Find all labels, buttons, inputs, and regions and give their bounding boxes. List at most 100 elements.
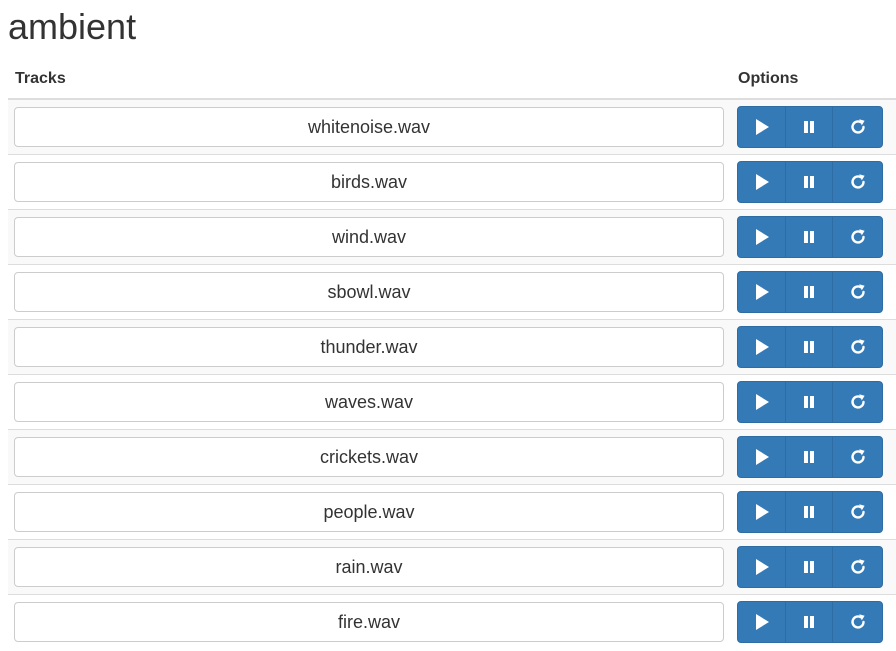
play-button[interactable] [737,601,786,643]
refresh-button[interactable] [832,161,883,203]
pause-button[interactable] [785,326,833,368]
refresh-button[interactable] [832,601,883,643]
track-cell: rain.wav [8,539,731,595]
pause-button[interactable] [785,546,833,588]
track-cell: sbowl.wav [8,264,731,320]
track-cell: thunder.wav [8,319,731,375]
track-name[interactable]: fire.wav [14,602,724,642]
track-name[interactable]: crickets.wav [14,437,724,477]
play-icon [755,339,769,355]
refresh-button[interactable] [832,546,883,588]
play-icon [755,394,769,410]
pause-button[interactable] [785,601,833,643]
page-title: ambient [8,6,137,47]
track-list: whitenoise.wav birds.wav wind.wav sbowl.… [8,98,896,649]
pause-button[interactable] [785,491,833,533]
options-column-header: Options [731,60,896,100]
pause-icon [804,121,814,133]
track-row: whitenoise.wav [8,98,896,155]
track-row: wind.wav [8,209,896,265]
pause-button[interactable] [785,106,833,148]
track-name[interactable]: people.wav [14,492,724,532]
pause-icon [804,616,814,628]
refresh-icon [849,173,867,191]
tracks-table: Tracks Options whitenoise.wav birds.wav … [8,60,896,649]
refresh-icon [849,118,867,136]
pause-icon [804,231,814,243]
tracks-column-header: Tracks [8,60,731,100]
refresh-icon [849,338,867,356]
refresh-icon [849,613,867,631]
track-cell: waves.wav [8,374,731,430]
play-icon [755,119,769,135]
options-cell [731,374,896,430]
track-name[interactable]: rain.wav [14,547,724,587]
play-icon [755,614,769,630]
track-cell: whitenoise.wav [8,98,731,155]
play-icon [755,559,769,575]
track-name[interactable]: waves.wav [14,382,724,422]
track-name[interactable]: sbowl.wav [14,272,724,312]
refresh-button[interactable] [832,491,883,533]
pause-icon [804,561,814,573]
options-cell [731,98,896,155]
track-name[interactable]: birds.wav [14,162,724,202]
table-header-row: Tracks Options [8,60,896,100]
track-row: thunder.wav [8,319,896,375]
play-icon [755,229,769,245]
play-button[interactable] [737,271,786,313]
play-button[interactable] [737,161,786,203]
refresh-icon [849,283,867,301]
track-row: rain.wav [8,539,896,595]
refresh-button[interactable] [832,106,883,148]
track-cell: fire.wav [8,594,731,649]
track-row: waves.wav [8,374,896,430]
play-button[interactable] [737,436,786,478]
play-button[interactable] [737,106,786,148]
track-controls [737,436,883,478]
pause-button[interactable] [785,271,833,313]
play-button[interactable] [737,326,786,368]
pause-button[interactable] [785,436,833,478]
track-controls [737,381,883,423]
play-button[interactable] [737,491,786,533]
pause-button[interactable] [785,161,833,203]
track-row: fire.wav [8,594,896,649]
play-icon [755,449,769,465]
refresh-button[interactable] [832,436,883,478]
refresh-icon [849,228,867,246]
play-button[interactable] [737,381,786,423]
track-cell: wind.wav [8,209,731,265]
track-controls [737,546,883,588]
track-controls [737,326,883,368]
play-button[interactable] [737,216,786,258]
pause-button[interactable] [785,216,833,258]
track-controls [737,216,883,258]
track-row: people.wav [8,484,896,540]
refresh-button[interactable] [832,216,883,258]
play-button[interactable] [737,546,786,588]
options-cell [731,539,896,595]
track-name[interactable]: thunder.wav [14,327,724,367]
play-icon [755,284,769,300]
options-cell [731,319,896,375]
track-row: crickets.wav [8,429,896,485]
refresh-button[interactable] [832,326,883,368]
refresh-button[interactable] [832,271,883,313]
pause-button[interactable] [785,381,833,423]
track-name[interactable]: wind.wav [14,217,724,257]
options-cell [731,209,896,265]
track-cell: crickets.wav [8,429,731,485]
track-controls [737,601,883,643]
pause-icon [804,286,814,298]
track-cell: people.wav [8,484,731,540]
track-controls [737,271,883,313]
track-cell: birds.wav [8,154,731,210]
pause-icon [804,341,814,353]
options-cell [731,154,896,210]
track-controls [737,106,883,148]
pause-icon [804,451,814,463]
refresh-button[interactable] [832,381,883,423]
refresh-icon [849,448,867,466]
track-name[interactable]: whitenoise.wav [14,107,724,147]
